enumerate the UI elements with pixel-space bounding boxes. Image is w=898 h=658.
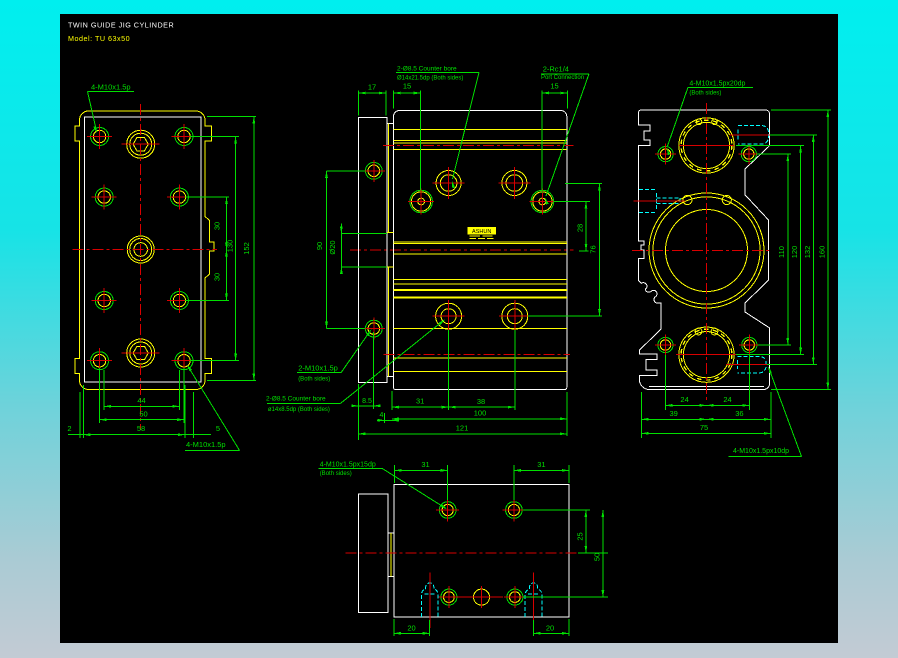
svg-text:4: 4 (380, 412, 384, 419)
svg-text:132: 132 (803, 246, 812, 259)
svg-text:TWIN GUIDE JIG CYLINDER: TWIN GUIDE JIG CYLINDER (68, 21, 174, 30)
svg-text:ASHUN: ASHUN (472, 229, 491, 235)
svg-text:121: 121 (456, 424, 469, 433)
svg-text:(Both sides): (Both sides) (320, 471, 352, 477)
svg-text:Ø20: Ø20 (328, 240, 337, 254)
svg-text:Ø14x21.5dp (Both sides): Ø14x21.5dp (Both sides) (397, 76, 463, 82)
svg-text:5: 5 (216, 424, 220, 433)
svg-text:8.5: 8.5 (362, 398, 372, 405)
svg-text:2-Rc1/4: 2-Rc1/4 (543, 65, 569, 74)
svg-text:(Both sides): (Both sides) (689, 91, 721, 97)
svg-text:2-Ø8.5 Counter bore: 2-Ø8.5 Counter bore (266, 396, 326, 403)
svg-text:30: 30 (213, 273, 222, 281)
svg-text:30: 30 (213, 222, 222, 230)
svg-text:31: 31 (421, 460, 429, 469)
svg-text:15: 15 (403, 82, 411, 91)
svg-text:31: 31 (416, 397, 424, 406)
svg-text:20: 20 (407, 624, 415, 633)
svg-text:2-M10x1.5p: 2-M10x1.5p (298, 363, 338, 372)
svg-text:(Both sides): (Both sides) (298, 376, 330, 382)
svg-text:90: 90 (315, 242, 324, 250)
svg-text:50: 50 (139, 410, 147, 419)
svg-text:58: 58 (137, 424, 145, 433)
svg-text:76: 76 (588, 245, 597, 253)
svg-text:110: 110 (777, 246, 786, 258)
svg-text:25: 25 (575, 532, 584, 540)
svg-text:15: 15 (550, 82, 558, 91)
svg-text:39: 39 (670, 409, 678, 418)
svg-text:36: 36 (735, 409, 743, 418)
svg-text:31: 31 (537, 460, 545, 469)
svg-text:24: 24 (680, 395, 688, 404)
svg-text:2-Ø8.5 Counter bore: 2-Ø8.5 Counter bore (397, 66, 457, 73)
svg-text:120: 120 (790, 246, 799, 259)
svg-text:4-M10x1.5p: 4-M10x1.5p (91, 83, 131, 92)
svg-text:17: 17 (368, 83, 376, 92)
svg-text:75: 75 (700, 423, 708, 432)
svg-text:4-M10x1.5px20dp: 4-M10x1.5px20dp (689, 81, 745, 88)
svg-text:38: 38 (477, 397, 485, 406)
svg-text:44: 44 (137, 396, 145, 405)
svg-text:4-M10x1.5px10dp: 4-M10x1.5px10dp (733, 448, 789, 455)
svg-text:2: 2 (67, 424, 71, 433)
svg-text:4-M10x1.5p: 4-M10x1.5p (186, 440, 226, 449)
svg-text:152: 152 (242, 242, 251, 255)
svg-text:Model: TU 63x50: Model: TU 63x50 (68, 34, 130, 43)
svg-text:ø14x8.5dp (Both sides): ø14x8.5dp (Both sides) (268, 407, 330, 413)
svg-text:28: 28 (576, 224, 585, 232)
svg-text:4-M10x1.5px15dp: 4-M10x1.5px15dp (320, 462, 376, 469)
svg-text:50: 50 (592, 553, 601, 561)
svg-text:24: 24 (723, 395, 731, 404)
svg-text:160: 160 (818, 246, 827, 259)
svg-text:100: 100 (474, 409, 487, 418)
svg-text:20: 20 (546, 624, 554, 633)
svg-text:Port Connection: Port Connection (541, 75, 584, 81)
